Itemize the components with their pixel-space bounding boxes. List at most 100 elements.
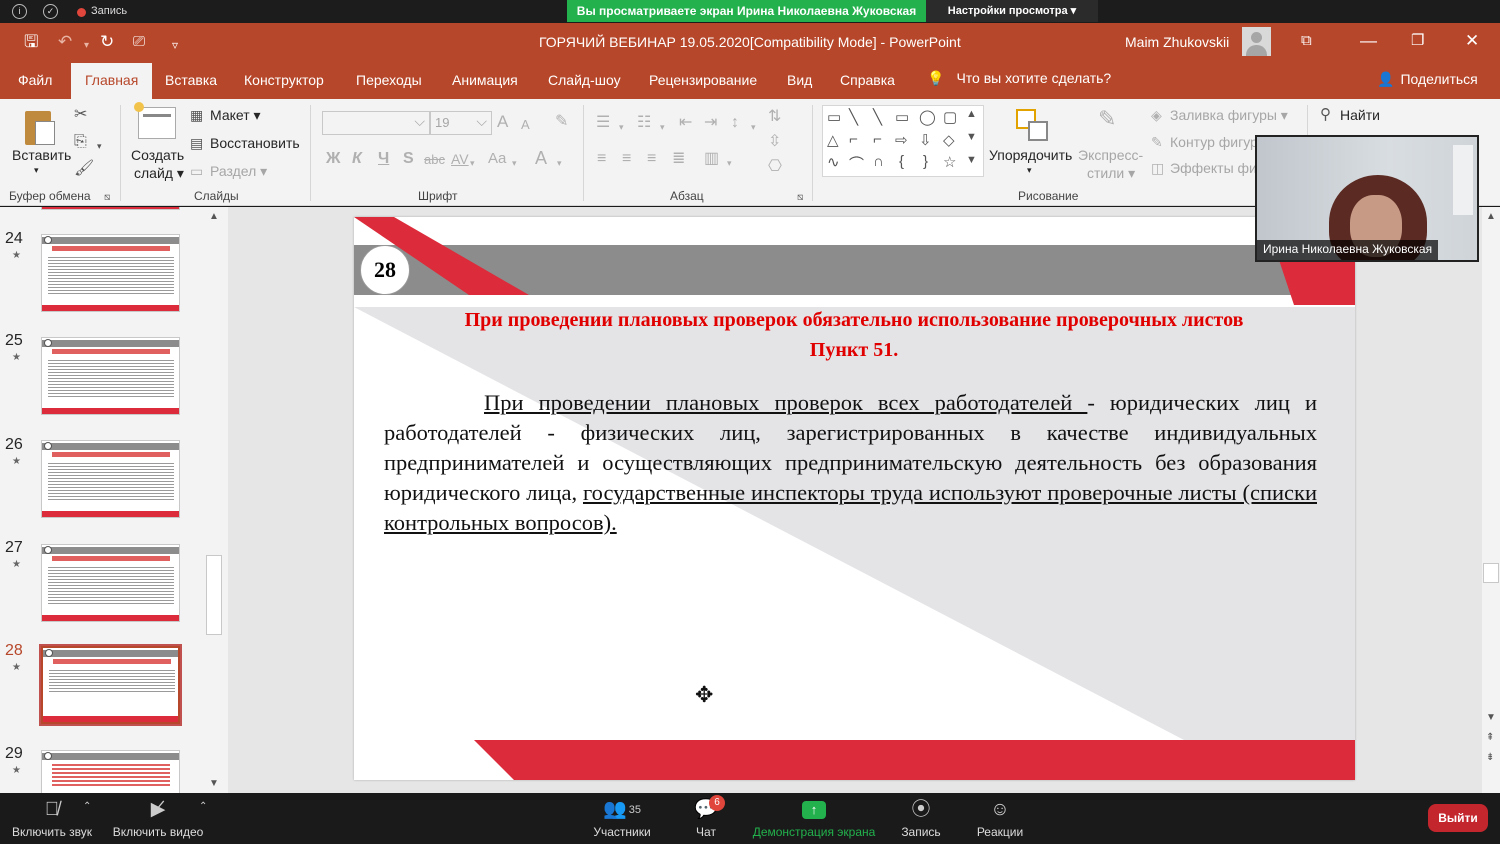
- strikethrough-icon[interactable]: abc: [424, 150, 445, 170]
- tab-insert[interactable]: Вставка: [165, 72, 217, 88]
- gallery-down-icon[interactable]: ▼: [966, 131, 977, 143]
- smartart-icon[interactable]: ⎔: [768, 157, 782, 177]
- scrollbar-thumb[interactable]: [206, 555, 222, 635]
- chevron-down-icon[interactable]: ▾: [751, 117, 756, 137]
- freeform-shape-icon[interactable]: ◇: [943, 131, 955, 149]
- new-slide-button[interactable]: Создать: [131, 147, 184, 163]
- connector-shape-icon[interactable]: ⌐: [849, 131, 858, 148]
- bold-icon[interactable]: Ж: [326, 149, 340, 169]
- scroll-up-icon[interactable]: ▲: [1486, 211, 1496, 222]
- font-name-combobox[interactable]: ⌵: [322, 111, 430, 135]
- quick-styles-dropdown[interactable]: стили ▾: [1087, 165, 1135, 182]
- user-name[interactable]: Maim Zhukovskii: [1125, 34, 1229, 50]
- save-icon[interactable]: 🖫: [24, 32, 38, 52]
- tab-review[interactable]: Рецензирование: [649, 72, 757, 88]
- customize-qat-icon[interactable]: ▿: [172, 35, 178, 55]
- new-slide-dropdown[interactable]: слайд ▾: [134, 165, 184, 182]
- slide-thumbnail[interactable]: [41, 750, 180, 793]
- align-text-icon[interactable]: ⇳: [768, 132, 781, 152]
- columns-icon[interactable]: ▥: [704, 149, 719, 169]
- slideshow-start-icon[interactable]: ⎚: [133, 32, 145, 52]
- chevron-down-icon[interactable]: ▾: [1027, 165, 1032, 176]
- shield-icon[interactable]: ✓: [43, 4, 58, 19]
- underline-icon[interactable]: Ч: [378, 149, 389, 169]
- find-button[interactable]: Найти: [1340, 107, 1380, 123]
- shape-effects-button[interactable]: Эффекты фиг: [1170, 160, 1262, 176]
- previous-slide-icon[interactable]: ⇞: [1486, 732, 1494, 743]
- gallery-up-icon[interactable]: ▲: [966, 108, 977, 120]
- view-settings-button[interactable]: Настройки просмотра ▾: [926, 0, 1098, 22]
- format-painter-icon[interactable]: 🖌: [74, 159, 94, 179]
- italic-icon[interactable]: К: [352, 149, 362, 169]
- scroll-up-icon[interactable]: ▲: [209, 211, 219, 222]
- scrollbar-thumb[interactable]: [1483, 563, 1499, 583]
- share-screen-button[interactable]: ↑ Демонстрация экрана: [751, 798, 877, 839]
- audio-options-chevron-icon[interactable]: ⌃: [83, 801, 91, 812]
- increase-indent-icon[interactable]: ⇥: [704, 113, 717, 133]
- current-slide[interactable]: 28 При проведении плановых проверок обяз…: [354, 217, 1355, 780]
- layout-button[interactable]: Макет ▾: [210, 107, 261, 124]
- chevron-down-icon[interactable]: ▾: [660, 117, 665, 137]
- align-right-icon[interactable]: ≡: [647, 149, 656, 169]
- change-case-icon[interactable]: Aa: [488, 149, 506, 169]
- bullets-icon[interactable]: ☰: [596, 113, 610, 133]
- chevron-down-icon[interactable]: ▾: [619, 117, 624, 137]
- numbering-icon[interactable]: ☷: [637, 113, 651, 133]
- tab-view[interactable]: Вид: [787, 72, 812, 88]
- thumbnail-scrollbar[interactable]: ▲ ▼: [205, 207, 223, 793]
- scribble-shape-icon[interactable]: ∿: [827, 153, 840, 171]
- user-avatar[interactable]: [1242, 27, 1271, 56]
- brace-right-shape-icon[interactable]: }: [923, 153, 928, 170]
- oval-shape-icon[interactable]: ◯: [919, 108, 936, 126]
- next-slide-icon[interactable]: ⇟: [1486, 752, 1494, 763]
- chevron-down-icon[interactable]: ▾: [512, 153, 517, 173]
- rounded-rect-shape-icon[interactable]: ▢: [943, 108, 957, 126]
- record-button[interactable]: ⦿ Запись: [898, 798, 944, 839]
- copy-icon[interactable]: ⎘: [74, 132, 87, 152]
- tab-help[interactable]: Справка: [840, 72, 895, 88]
- clipboard-launcher-icon[interactable]: ⧅: [104, 188, 110, 208]
- new-slide-icon[interactable]: [134, 102, 176, 139]
- close-icon[interactable]: ✕: [1465, 31, 1479, 51]
- decrease-indent-icon[interactable]: ⇤: [679, 113, 692, 133]
- tab-file[interactable]: Файл: [18, 72, 52, 88]
- chevron-down-icon[interactable]: ▾: [470, 153, 475, 173]
- curve-shape-icon[interactable]: ∩: [873, 153, 884, 170]
- paste-button[interactable]: Вставить: [12, 147, 71, 163]
- slide-title[interactable]: При проведении плановых проверок обязате…: [384, 305, 1324, 365]
- font-color-icon[interactable]: A: [535, 148, 547, 168]
- tab-design[interactable]: Конструктор: [244, 72, 324, 88]
- start-video-button[interactable]: ▶̸ Включить видео: [111, 798, 205, 839]
- tell-me-search[interactable]: 💡 Что вы хотите сделать?: [927, 70, 1111, 87]
- minimize-icon[interactable]: —: [1360, 31, 1377, 51]
- copy-dropdown-icon[interactable]: ▾: [97, 136, 102, 156]
- line-shape-icon[interactable]: ╲: [873, 108, 882, 126]
- scroll-down-icon[interactable]: ▼: [1486, 712, 1496, 723]
- arrow-right-shape-icon[interactable]: ⇨: [895, 131, 908, 149]
- slide-thumbnail[interactable]: [41, 337, 180, 415]
- paragraph-launcher-icon[interactable]: ⧅: [797, 188, 803, 208]
- arrange-button[interactable]: Упорядочить: [989, 147, 1072, 163]
- slide-thumbnail[interactable]: [41, 544, 180, 622]
- align-left-icon[interactable]: ≡: [597, 149, 606, 169]
- grow-font-icon[interactable]: A: [497, 112, 508, 132]
- repeat-icon[interactable]: ↻: [100, 32, 114, 52]
- section-button[interactable]: Раздел ▾: [210, 163, 267, 180]
- arrow-down-shape-icon[interactable]: ⇩: [919, 131, 932, 149]
- connector-shape-icon[interactable]: ⌐: [873, 131, 882, 148]
- arrange-icon[interactable]: [1014, 107, 1048, 141]
- ribbon-display-icon[interactable]: ⧉: [1301, 31, 1312, 51]
- tab-slideshow[interactable]: Слайд-шоу: [548, 72, 621, 88]
- reset-button[interactable]: Восстановить: [210, 135, 300, 151]
- reactions-button[interactable]: ☺ Реакции: [974, 798, 1026, 839]
- chevron-down-icon[interactable]: ▾: [727, 153, 732, 173]
- line-shape-icon[interactable]: ╲: [849, 108, 858, 126]
- clear-formatting-icon[interactable]: ✎: [555, 112, 568, 132]
- shrink-font-icon[interactable]: A: [521, 115, 530, 135]
- participants-button[interactable]: 👥 35 Участники: [590, 798, 654, 839]
- tab-transitions[interactable]: Переходы: [356, 72, 422, 88]
- gallery-more-icon[interactable]: ▼: [966, 154, 977, 166]
- paste-dropdown-icon[interactable]: ▾: [34, 165, 39, 176]
- cut-icon[interactable]: ✂: [74, 105, 87, 125]
- shape-fill-button[interactable]: Заливка фигуры ▾: [1170, 107, 1288, 124]
